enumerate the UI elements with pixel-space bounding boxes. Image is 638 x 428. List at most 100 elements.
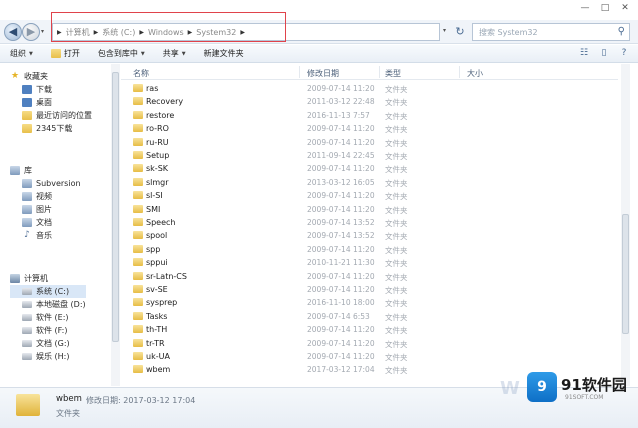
sidebar-item-drive-c[interactable]: 系统 (C:) xyxy=(10,285,86,298)
breadcrumb-chevron-icon[interactable]: ▶ xyxy=(240,29,245,36)
file-date: 2017-03-12 17:04 xyxy=(307,365,375,375)
file-row[interactable]: SMI 2009-07-14 11:20 文件夹 xyxy=(121,203,618,216)
sidebar-item-drive-f[interactable]: 软件 (F:) xyxy=(10,324,86,337)
breadcrumb-chevron-icon[interactable]: ▶ xyxy=(94,29,99,36)
file-date: 2009-07-14 11:20 xyxy=(307,338,375,348)
sidebar-item-music[interactable]: ♪ 音乐 xyxy=(10,229,81,242)
file-row[interactable]: sl-SI 2009-07-14 11:20 文件夹 xyxy=(121,189,618,202)
address-bar[interactable]: ▶ 计算机 ▶ 系统 (C:) ▶ Windows ▶ System32 ▶ xyxy=(52,23,440,41)
file-row[interactable]: Setup 2011-09-14 22:45 文件夹 xyxy=(121,149,618,162)
sidebar-item-subversion[interactable]: Subversion xyxy=(10,177,81,190)
refresh-icon[interactable]: ↻ xyxy=(452,24,468,40)
share-button[interactable]: 共享 ▼ xyxy=(163,48,186,59)
close-button[interactable]: ✕ xyxy=(618,2,632,14)
navigation-scrollbar-thumb[interactable] xyxy=(112,72,119,342)
sidebar-item-pictures[interactable]: 图片 xyxy=(10,203,81,216)
file-row[interactable]: spool 2009-07-14 13:52 文件夹 xyxy=(121,229,618,242)
breadcrumb-root-chevron-icon[interactable]: ▶ xyxy=(57,29,62,36)
sidebar-libraries[interactable]: 库 xyxy=(10,164,81,177)
file-row[interactable]: ro-RO 2009-07-14 11:20 文件夹 xyxy=(121,122,618,135)
column-separator[interactable] xyxy=(379,66,380,78)
breadcrumb-windows[interactable]: Windows xyxy=(148,28,184,37)
sidebar-item-documents[interactable]: 文档 xyxy=(10,216,81,229)
file-list-scrollbar-thumb[interactable] xyxy=(622,214,629,334)
folder-icon xyxy=(133,285,143,293)
file-name: spool xyxy=(146,231,168,241)
sidebar-item-2345-downloads[interactable]: 2345下载 xyxy=(10,122,92,135)
file-row[interactable]: th-TH 2009-07-14 11:20 文件夹 xyxy=(121,323,618,336)
file-row[interactable]: sppui 2010-11-21 11:30 文件夹 xyxy=(121,256,618,269)
file-date: 2009-07-14 11:20 xyxy=(307,164,375,174)
library-icon xyxy=(10,166,20,175)
sidebar-item-drive-h[interactable]: 娱乐 (H:) xyxy=(10,350,86,363)
file-row[interactable]: Tasks 2009-07-14 6:53 文件夹 xyxy=(121,310,618,323)
drive-icon xyxy=(22,353,32,360)
file-type: 文件夹 xyxy=(385,353,408,362)
file-row[interactable]: ru-RU 2009-07-14 11:20 文件夹 xyxy=(121,136,618,149)
file-row[interactable]: uk-UA 2009-07-14 11:20 文件夹 xyxy=(121,350,618,363)
search-input[interactable]: 搜索 System32 ⚲ xyxy=(472,23,630,41)
include-in-library-button[interactable]: 包含到库中 ▼ xyxy=(98,48,145,59)
sidebar-computer[interactable]: 计算机 xyxy=(10,272,86,285)
file-row[interactable]: Speech 2009-07-14 13:52 文件夹 xyxy=(121,216,618,229)
sidebar-item-videos[interactable]: 视频 xyxy=(10,190,81,203)
file-list-scrollbar[interactable] xyxy=(621,64,630,386)
file-row[interactable]: Recovery 2011-03-12 22:48 文件夹 xyxy=(121,95,618,108)
file-row[interactable]: tr-TR 2009-07-14 11:20 文件夹 xyxy=(121,337,618,350)
file-name: sv-SE xyxy=(146,285,168,294)
back-button[interactable]: ◀ xyxy=(4,23,22,41)
column-header-date[interactable]: 修改日期 xyxy=(307,68,339,79)
sidebar-item-downloads[interactable]: 下载 xyxy=(10,83,92,96)
view-options-icon[interactable]: ☷ xyxy=(578,47,590,59)
minimize-button[interactable]: — xyxy=(578,2,592,14)
file-name: ro-RO xyxy=(146,124,169,134)
column-header-name[interactable]: 名称 xyxy=(133,68,149,79)
breadcrumb-system32[interactable]: System32 xyxy=(196,28,236,37)
sidebar-favorites[interactable]: ★ 收藏夹 xyxy=(10,70,92,83)
preview-pane-icon[interactable]: ▯ xyxy=(598,47,610,59)
column-header-type[interactable]: 类型 xyxy=(385,68,401,79)
file-row[interactable]: slmgr 2013-03-12 16:05 文件夹 xyxy=(121,176,618,189)
maximize-button[interactable]: □ xyxy=(598,2,612,14)
breadcrumb-chevron-icon[interactable]: ▶ xyxy=(188,29,193,36)
organize-menu-button[interactable]: 组织 ▼ xyxy=(10,48,33,59)
folder-icon xyxy=(133,352,143,360)
breadcrumb-computer[interactable]: 计算机 xyxy=(66,27,90,38)
breadcrumb-chevron-icon[interactable]: ▶ xyxy=(139,29,144,36)
column-header-size[interactable]: 大小 xyxy=(467,68,483,79)
file-name: Recovery xyxy=(146,97,184,107)
forward-button[interactable]: ▶ xyxy=(22,23,40,41)
file-type: 文件夹 xyxy=(385,366,408,376)
search-icon[interactable]: ⚲ xyxy=(618,26,625,37)
file-row[interactable]: ras 2009-07-14 11:20 文件夹 xyxy=(121,82,618,95)
file-row[interactable]: sr-Latn-CS 2009-07-14 11:20 文件夹 xyxy=(121,270,618,283)
sidebar-item-drive-e[interactable]: 软件 (E:) xyxy=(10,311,86,324)
sidebar-item-drive-d[interactable]: 本地磁盘 (D:) xyxy=(10,298,86,311)
file-row[interactable]: sk-SK 2009-07-14 11:20 文件夹 xyxy=(121,162,618,175)
open-button[interactable]: 打开 xyxy=(50,48,80,59)
breadcrumb-drive-c[interactable]: 系统 (C:) xyxy=(102,27,135,38)
sidebar-item-label: 视频 xyxy=(36,192,52,201)
file-row[interactable]: restore 2016-11-13 7:57 文件夹 xyxy=(121,109,618,122)
sidebar-item-desktop[interactable]: 桌面 xyxy=(10,96,92,109)
sidebar-item-recent-places[interactable]: 最近访问的位置 xyxy=(10,109,92,122)
address-history-dropdown-icon[interactable]: ▾ xyxy=(443,27,446,34)
column-separator[interactable] xyxy=(459,66,460,78)
sidebar-item-drive-g[interactable]: 文档 (G:) xyxy=(10,337,86,350)
selected-item-type: 文件夹 xyxy=(56,409,80,418)
search-placeholder: 搜索 System32 xyxy=(479,27,538,37)
file-row[interactable]: sysprep 2016-11-10 18:00 文件夹 xyxy=(121,296,618,309)
watermark-brand: 91软件园 xyxy=(561,376,627,394)
folder-icon xyxy=(133,244,143,253)
file-type: 文件夹 xyxy=(385,245,408,255)
new-folder-label: 新建文件夹 xyxy=(203,49,244,58)
file-row[interactable]: sv-SE 2009-07-14 11:20 文件夹 xyxy=(121,283,618,296)
new-folder-button[interactable]: 新建文件夹 xyxy=(204,48,244,59)
navigation-scrollbar[interactable] xyxy=(111,64,120,386)
help-icon[interactable]: ? xyxy=(618,47,630,59)
file-type: 文件夹 xyxy=(385,259,408,269)
recent-pages-dropdown-icon[interactable]: ▾ xyxy=(41,28,44,35)
file-row[interactable]: spp 2009-07-14 11:20 文件夹 xyxy=(121,243,618,256)
file-name: ras xyxy=(146,84,159,93)
column-separator[interactable] xyxy=(299,66,300,78)
